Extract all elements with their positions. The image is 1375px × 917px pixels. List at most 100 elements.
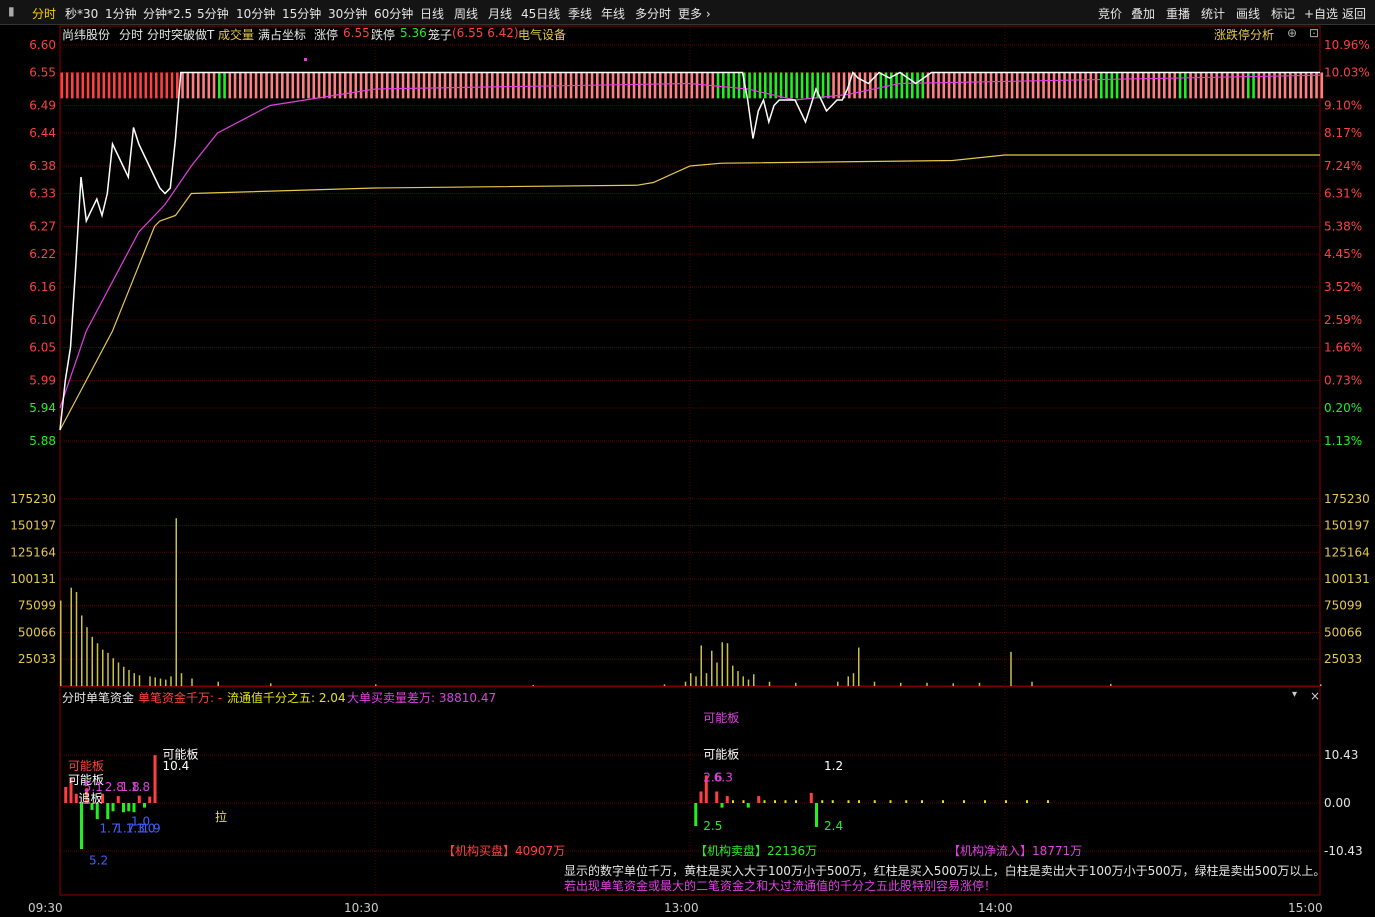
limit-bar [464, 72, 468, 99]
limit-bar [186, 72, 190, 99]
limit-bar [958, 72, 961, 99]
limit-bar [1189, 72, 1192, 99]
close-icon[interactable]: × [1310, 689, 1320, 703]
limit-bar [979, 72, 982, 99]
limit-bar [811, 72, 814, 99]
limit-bar [643, 72, 646, 99]
limit-bar [1073, 72, 1077, 99]
limit-bar [932, 72, 935, 99]
limit-bar [690, 72, 694, 99]
limit-bar [680, 72, 683, 99]
limit-bar [286, 72, 289, 99]
limit-bar [401, 72, 405, 99]
volume-bar [732, 665, 734, 686]
limit-bar [113, 72, 116, 99]
limit-bar [118, 72, 121, 99]
volume-bar [191, 678, 193, 686]
volume-bar [900, 682, 902, 686]
limit-bar [454, 72, 457, 99]
pct-tick-label: 9.10% [1324, 99, 1362, 113]
inst-sell: 【机构卖盘】22136万 [695, 844, 818, 858]
limit-bar [1157, 72, 1161, 99]
avg-price-line [59, 154, 1320, 431]
flow-small-bar [732, 800, 734, 803]
limit-bar [758, 72, 762, 99]
limit-bar [1037, 72, 1040, 99]
limit-bar [1084, 72, 1087, 99]
flow-bar [757, 796, 761, 803]
limit-bar [65, 72, 69, 99]
volume-bar [112, 658, 114, 686]
limit-bar [412, 72, 415, 99]
limit-bar [947, 72, 951, 99]
limit-bar [312, 72, 316, 99]
limit-bar [270, 72, 274, 99]
volume-bar [165, 679, 167, 686]
price-tick-label: 6.27 [29, 220, 56, 234]
sub-title[interactable]: 分时单笔资金 [62, 689, 134, 706]
volume-bar [873, 681, 876, 686]
flow-bar [137, 795, 141, 803]
volume-tick-label-right: 100131 [1324, 572, 1370, 586]
dropdown-icon[interactable]: ▾ [1292, 689, 1297, 700]
inst-buy: 【机构买盘】40907万 [443, 844, 566, 858]
volume-bar [159, 678, 162, 686]
limit-bar [627, 72, 631, 99]
limit-bar [155, 72, 158, 99]
pct-tick-label: 2.59% [1324, 313, 1362, 327]
limit-bar [501, 72, 505, 99]
flow-bar [699, 791, 703, 803]
flow-small-bar [763, 800, 766, 803]
limit-bar [617, 72, 620, 99]
flow-bar [715, 791, 719, 803]
limit-bar [800, 72, 804, 99]
limit-bar [695, 72, 699, 99]
volume-bar [217, 681, 219, 686]
limit-bar [1042, 72, 1045, 99]
volume-bar [847, 676, 849, 686]
time-label: 09:30 [28, 901, 63, 915]
limit-bar [1173, 72, 1177, 99]
flow-tick-label: 0.00 [1324, 796, 1351, 810]
flow-small-bar [742, 800, 745, 803]
limit-bar [1163, 72, 1166, 99]
intraday-chart: 6.60 10.96% 6.55 10.03% 6.49 9.10% 6.44 8.17% 6.… [10, 25, 1370, 896]
limit-bar [433, 72, 436, 99]
limit-bar [291, 72, 295, 99]
limit-bar [869, 72, 872, 99]
limit-bar [128, 72, 132, 99]
limit-bar [275, 72, 279, 99]
pct-tick-label: 10.96% [1324, 38, 1370, 52]
limit-bar [370, 72, 373, 99]
volume-bar [133, 673, 135, 686]
pct-tick-label: 10.03% [1324, 66, 1370, 80]
limit-bar [1299, 72, 1303, 99]
price-tick-label: 6.38 [29, 159, 56, 173]
time-label: 15:00 [1288, 901, 1323, 915]
pct-tick-label: 7.24% [1324, 159, 1362, 173]
sub-param-1: 单笔资金千万: - [138, 691, 223, 705]
limit-bar [832, 72, 835, 99]
limit-bar [937, 72, 940, 99]
limit-bar [1121, 72, 1124, 99]
volume-bar [663, 684, 666, 686]
limit-bar [354, 72, 358, 99]
volume-bar [1110, 683, 1112, 686]
flow-bar [106, 803, 110, 820]
limit-bar [165, 72, 169, 99]
volume-bar [726, 643, 729, 686]
flow-small-bar [905, 800, 908, 803]
volume-bar [695, 676, 697, 686]
limit-bar [527, 72, 531, 99]
limit-bar [317, 72, 321, 99]
flow-annotation: 2.5 [703, 819, 722, 833]
limit-bar [1115, 72, 1119, 99]
flow-annotation: 1.8 [131, 780, 150, 794]
time-label: 13:00 [664, 901, 699, 915]
price-tick-label: 6.16 [29, 280, 56, 294]
limit-bar [449, 72, 452, 99]
flow-bar [143, 803, 146, 808]
limit-bar [911, 72, 914, 99]
pct-tick-label: 5.38% [1324, 220, 1362, 234]
limit-bar [149, 72, 153, 99]
